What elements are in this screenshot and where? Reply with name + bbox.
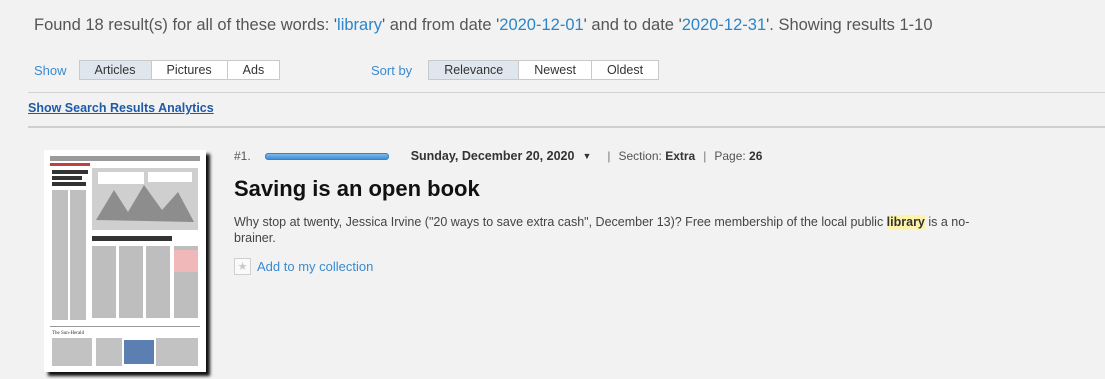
sort-label: Sort by bbox=[371, 62, 413, 78]
section-value: Extra bbox=[665, 149, 696, 163]
search-analytics-link[interactable]: Show Search Results Analytics bbox=[28, 101, 214, 115]
result-meta: #1. Sunday, December 20, 2020 ▼ | Sectio… bbox=[234, 146, 1094, 166]
summary-term-from-date: 2020-12-01 bbox=[499, 16, 584, 34]
sort-filter: Sort by Relevance Newest Oldest bbox=[371, 60, 660, 80]
snippet-text-before: Why stop at twenty, Jessica Irvine ("20 … bbox=[234, 215, 887, 229]
result-index: #1. bbox=[234, 149, 251, 163]
show-options: Articles Pictures Ads bbox=[78, 60, 281, 80]
add-to-collection-button[interactable]: ★ Add to my collection bbox=[234, 258, 1094, 275]
sort-option-relevance[interactable]: Relevance bbox=[429, 61, 520, 79]
search-result: #1. Sunday, December 20, 2020 ▼ | Sectio… bbox=[234, 146, 1094, 275]
show-filter: Show Articles Pictures Ads bbox=[34, 60, 281, 80]
sort-option-oldest[interactable]: Oldest bbox=[592, 61, 658, 79]
summary-suffix: '. Showing results 1-10 bbox=[766, 16, 933, 34]
result-snippet: Why stop at twenty, Jessica Irvine ("20 … bbox=[234, 214, 1004, 246]
show-option-pictures[interactable]: Pictures bbox=[152, 61, 228, 79]
snippet-highlight: library bbox=[886, 215, 925, 229]
sort-options: Relevance Newest Oldest bbox=[428, 60, 660, 80]
show-option-articles[interactable]: Articles bbox=[79, 61, 152, 79]
caret-down-icon[interactable]: ▼ bbox=[582, 151, 591, 161]
summary-prefix: Found 18 result(s) for all of these word… bbox=[34, 16, 338, 34]
svg-text:The Sun-Herald: The Sun-Herald bbox=[52, 331, 85, 336]
divider bbox=[28, 126, 1105, 128]
page-label: Page: bbox=[714, 149, 746, 163]
meta-separator: | bbox=[607, 149, 611, 163]
section-label: Section: bbox=[618, 149, 662, 163]
relevance-bar bbox=[264, 152, 389, 160]
result-title[interactable]: Saving is an open book bbox=[234, 176, 1094, 202]
newspaper-page-image: The Sun-Herald bbox=[44, 150, 206, 372]
page-value: 26 bbox=[749, 149, 763, 163]
add-to-collection-label: Add to my collection bbox=[257, 259, 374, 274]
result-date: Sunday, December 20, 2020 bbox=[410, 149, 575, 163]
results-summary: Found 18 result(s) for all of these word… bbox=[34, 16, 933, 35]
summary-mid-1: ' and from date ' bbox=[381, 16, 500, 34]
newspaper-page-thumbnail[interactable]: The Sun-Herald bbox=[44, 150, 206, 372]
meta-separator: | bbox=[703, 149, 707, 163]
show-label: Show bbox=[34, 62, 67, 78]
show-option-ads[interactable]: Ads bbox=[228, 61, 280, 79]
sort-option-newest[interactable]: Newest bbox=[519, 61, 592, 79]
summary-term-to-date: 2020-12-31 bbox=[681, 16, 767, 34]
summary-mid-2: ' and to date ' bbox=[583, 16, 682, 34]
summary-term-keyword: library bbox=[337, 16, 382, 34]
star-icon: ★ bbox=[234, 258, 251, 275]
divider bbox=[28, 92, 1105, 93]
